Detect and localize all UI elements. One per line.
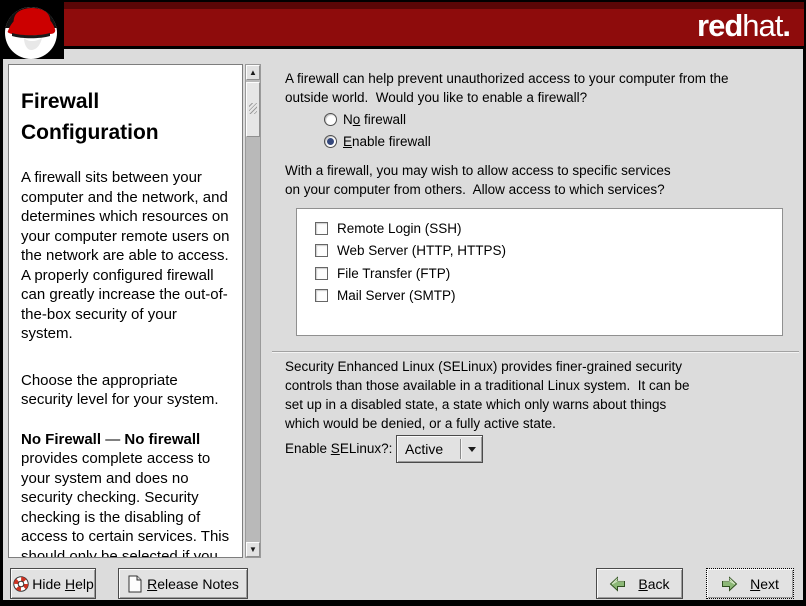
checkbox-mail-server[interactable]: Mail Server (SMTP) <box>297 285 782 308</box>
label-mnemonic: E <box>343 134 352 149</box>
scroll-down-arrow-icon: ▼ <box>249 545 257 554</box>
service-label: Mail Server (SMTP) <box>337 288 456 303</box>
label-part: ext <box>760 576 779 592</box>
radio-enable-firewall[interactable]: Enable firewall <box>324 133 431 149</box>
help-paragraph-3: No Firewall — No firewall provides compl… <box>21 430 232 559</box>
content-area: Firewall Configuration A firewall sits b… <box>3 49 803 600</box>
label-part: N <box>343 112 353 127</box>
help-bold-no-firewall: No Firewall <box>21 431 101 448</box>
next-button[interactable]: Next <box>706 568 794 599</box>
scrollbar-thumb[interactable] <box>246 82 260 137</box>
help-title: Firewall Configuration <box>21 86 232 148</box>
radio-no-firewall[interactable]: No firewall <box>324 111 406 127</box>
checkbox-icon <box>315 289 328 302</box>
checkbox-icon <box>315 222 328 235</box>
radio-no-firewall-label: No firewall <box>343 112 406 127</box>
label-mnemonic: R <box>147 576 157 592</box>
release-notes-label: Release Notes <box>147 576 239 592</box>
window: redhat. Firewall Configuration A firewal… <box>0 0 806 606</box>
scroll-up-button[interactable]: ▲ <box>246 65 260 80</box>
help-panel: Firewall Configuration A firewall sits b… <box>8 64 243 558</box>
scroll-down-button[interactable]: ▼ <box>246 542 260 557</box>
service-label: Web Server (HTTP, HTTPS) <box>337 243 506 258</box>
label-part: nable firewall <box>352 134 431 149</box>
services-list: Remote Login (SSH) Web Server (HTTP, HTT… <box>296 208 783 336</box>
wordmark-dot: . <box>782 8 790 43</box>
label-mnemonic: B <box>638 576 647 592</box>
firewall-question-text: A firewall can help prevent unauthorized… <box>285 69 800 107</box>
label-part: ack <box>648 576 670 592</box>
radio-enable-firewall-label: Enable firewall <box>343 134 431 149</box>
checkbox-remote-login-ssh[interactable]: Remote Login (SSH) <box>297 217 782 240</box>
checkbox-web-server[interactable]: Web Server (HTTP, HTTPS) <box>297 240 782 263</box>
release-notes-button[interactable]: Release Notes <box>118 568 248 599</box>
hide-help-label: Hide Help <box>32 576 94 592</box>
radio-unselected-icon <box>324 113 337 126</box>
wordmark-hat: hat <box>742 8 782 43</box>
redhat-shadowman-logo-icon <box>2 2 64 59</box>
selinux-dropdown[interactable]: Active <box>396 435 483 463</box>
selinux-dropdown-value: Active <box>397 441 460 457</box>
arrow-left-icon <box>609 576 626 592</box>
help-scrollbar[interactable]: ▲ ▼ <box>245 64 261 558</box>
label-part: firewall <box>360 112 406 127</box>
label-part: Hide <box>32 576 65 592</box>
label-part: elease Notes <box>157 576 239 592</box>
services-intro-text: With a firewall, you may wish to allow a… <box>285 161 800 199</box>
service-label: Remote Login (SSH) <box>337 221 462 236</box>
chevron-down-icon <box>462 447 482 452</box>
header-banner: redhat. <box>2 2 804 46</box>
help-paragraph-2: Choose the appropriate security level fo… <box>21 371 232 410</box>
header-top-band <box>2 2 804 9</box>
next-label: Next <box>750 576 779 592</box>
checkbox-file-transfer[interactable]: File Transfer (FTP) <box>297 262 782 285</box>
help-bold-no-firewall-2: No firewall <box>124 431 200 448</box>
back-button[interactable]: Back <box>596 568 683 599</box>
label-mnemonic: S <box>331 441 340 456</box>
label-mnemonic: H <box>65 576 75 592</box>
help-paragraph-1: A firewall sits between your computer an… <box>21 168 232 344</box>
back-label: Back <box>638 576 669 592</box>
hide-help-button[interactable]: Hide Help <box>10 568 96 599</box>
label-mnemonic: N <box>750 576 760 592</box>
checkbox-icon <box>315 244 328 257</box>
enable-selinux-label: Enable SELinux?: <box>285 441 392 456</box>
scroll-up-arrow-icon: ▲ <box>249 68 257 77</box>
document-icon <box>127 575 143 593</box>
checkbox-icon <box>315 267 328 280</box>
wordmark-red: red <box>697 8 742 43</box>
lifebuoy-icon <box>12 575 30 593</box>
redhat-wordmark: redhat. <box>697 8 790 44</box>
selinux-description-text: Security Enhanced Linux (SELinux) provid… <box>285 357 800 433</box>
radio-selected-icon <box>324 135 337 148</box>
label-part: ELinux?: <box>340 441 393 456</box>
label-part: Enable <box>285 441 331 456</box>
service-label: File Transfer (FTP) <box>337 266 450 281</box>
help-dash: — <box>101 431 124 448</box>
label-part: elp <box>75 576 94 592</box>
arrow-right-icon <box>721 576 738 592</box>
horizontal-divider <box>272 351 799 353</box>
help-paragraph-3-rest: provides complete access to your system … <box>21 450 229 558</box>
